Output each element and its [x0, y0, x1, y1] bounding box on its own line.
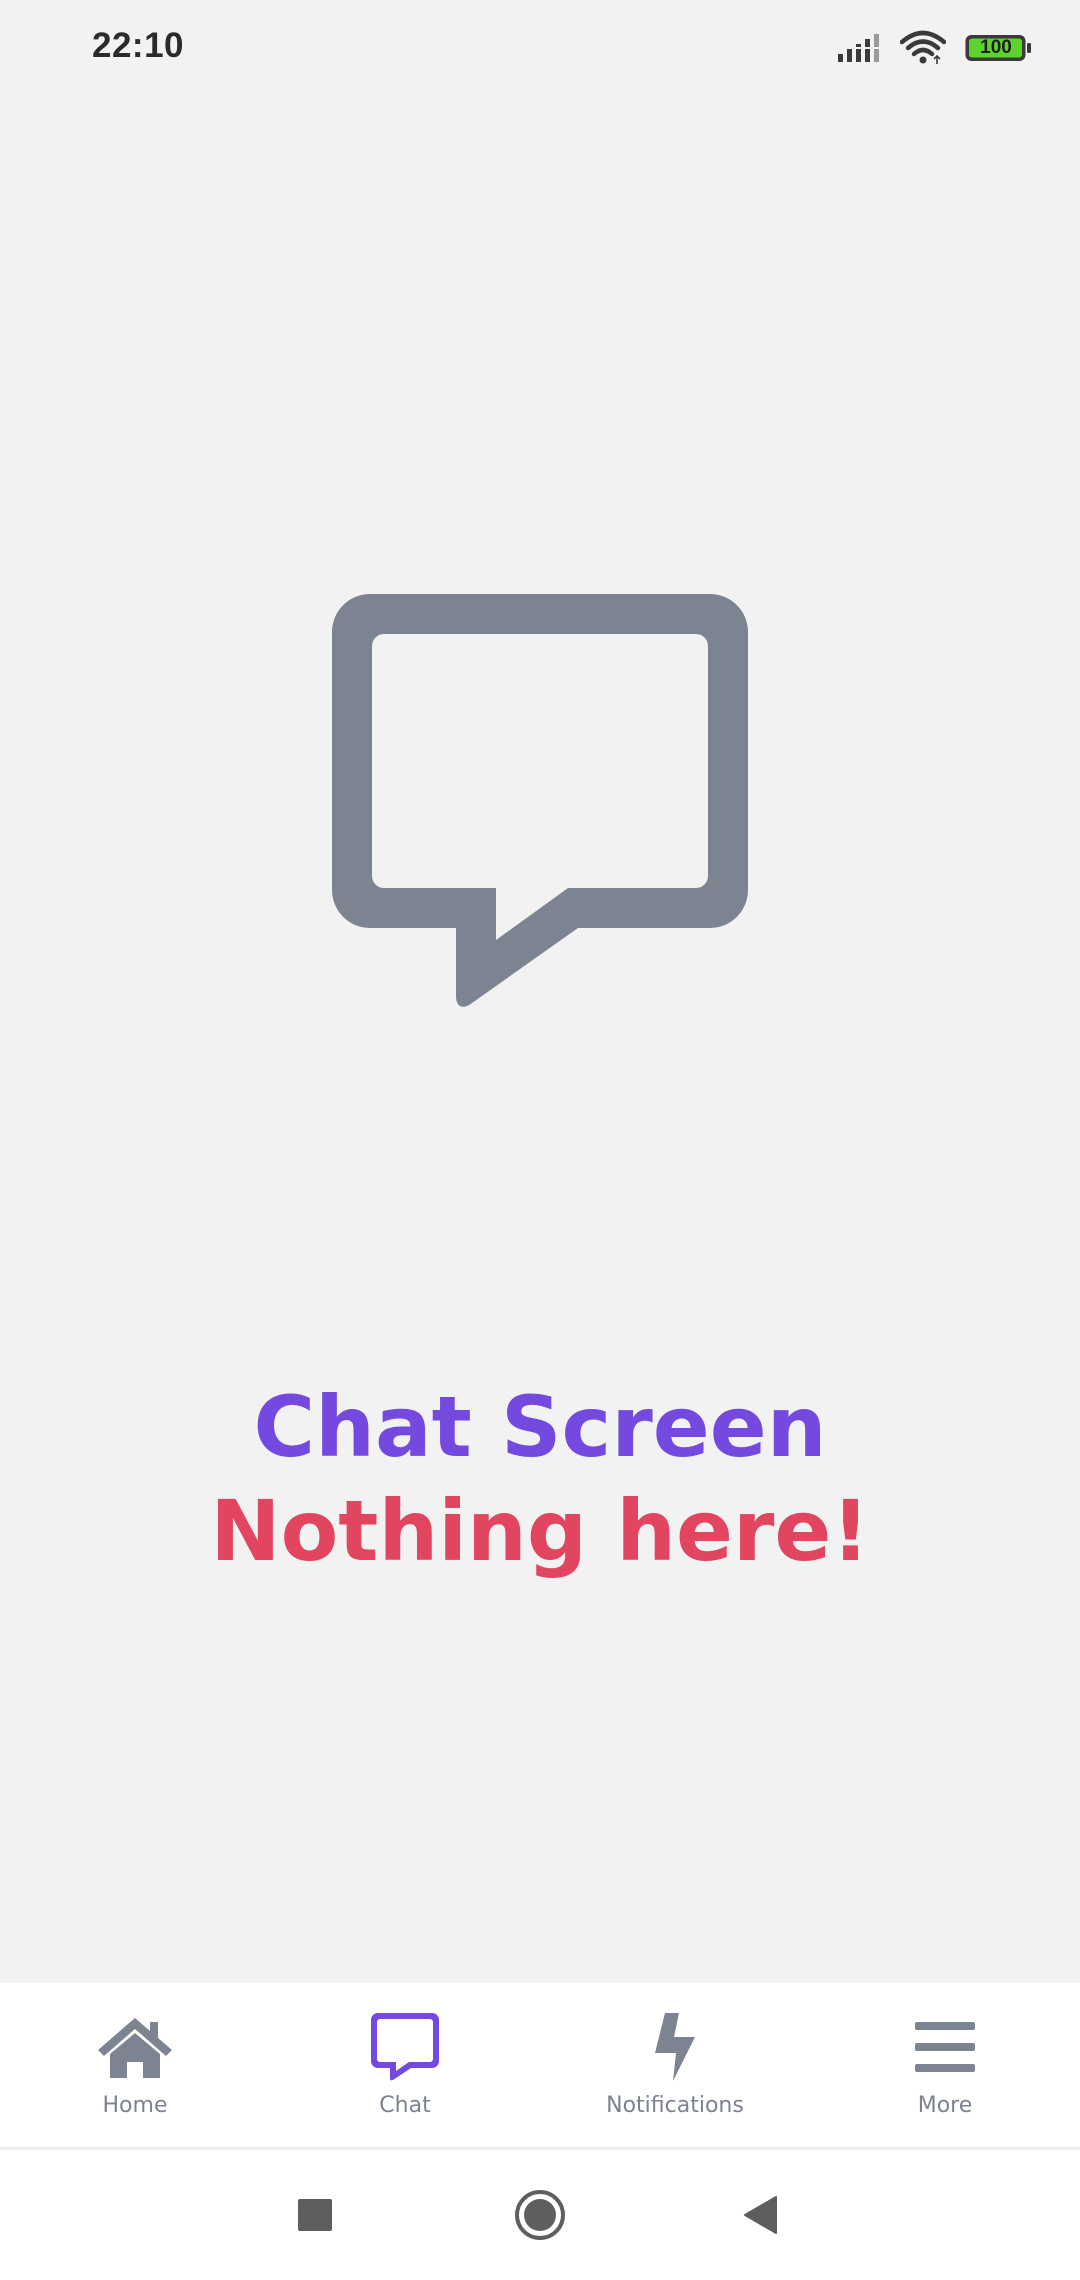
nav-item-home[interactable]: Home [0, 1983, 270, 2147]
nav-item-notifications[interactable]: Notifications [540, 1983, 810, 2147]
recents-button[interactable] [270, 2150, 360, 2280]
chat-bubble-icon [332, 594, 748, 1009]
menu-icon [905, 2013, 985, 2081]
nav-item-chat[interactable]: Chat [270, 1983, 540, 2147]
bottom-navigation: Home Chat Notifications More [0, 1983, 1080, 2149]
app-screen: 22:10 100 Chat Screen Nothing here! Home… [0, 0, 1080, 2280]
nav-item-more[interactable]: More [810, 1983, 1080, 2147]
battery-level: 100 [980, 37, 1012, 58]
back-triangle-icon [744, 2196, 777, 2234]
home-icon [95, 2013, 175, 2081]
square-icon [298, 2199, 332, 2231]
signal-icon [838, 32, 882, 64]
battery-icon: 100 [964, 33, 1032, 63]
home-button[interactable] [495, 2150, 585, 2280]
chat-icon [365, 2013, 445, 2081]
nav-label-home: Home [102, 2093, 168, 2118]
lightning-icon [635, 2013, 715, 2081]
status-icons: 100 [838, 28, 1032, 68]
system-navigation-bar [0, 2150, 1080, 2280]
empty-state-message: Nothing here! [210, 1482, 870, 1580]
status-time: 22:10 [92, 26, 185, 65]
wifi-icon [900, 30, 946, 66]
nav-label-notifications: Notifications [606, 2093, 744, 2118]
back-button[interactable] [715, 2150, 805, 2280]
status-bar: 22:10 100 [0, 0, 1080, 96]
nav-label-more: More [917, 2093, 973, 2118]
screen-title: Chat Screen [253, 1378, 827, 1476]
circle-icon [515, 2190, 565, 2240]
nav-label-chat: Chat [379, 2093, 431, 2118]
